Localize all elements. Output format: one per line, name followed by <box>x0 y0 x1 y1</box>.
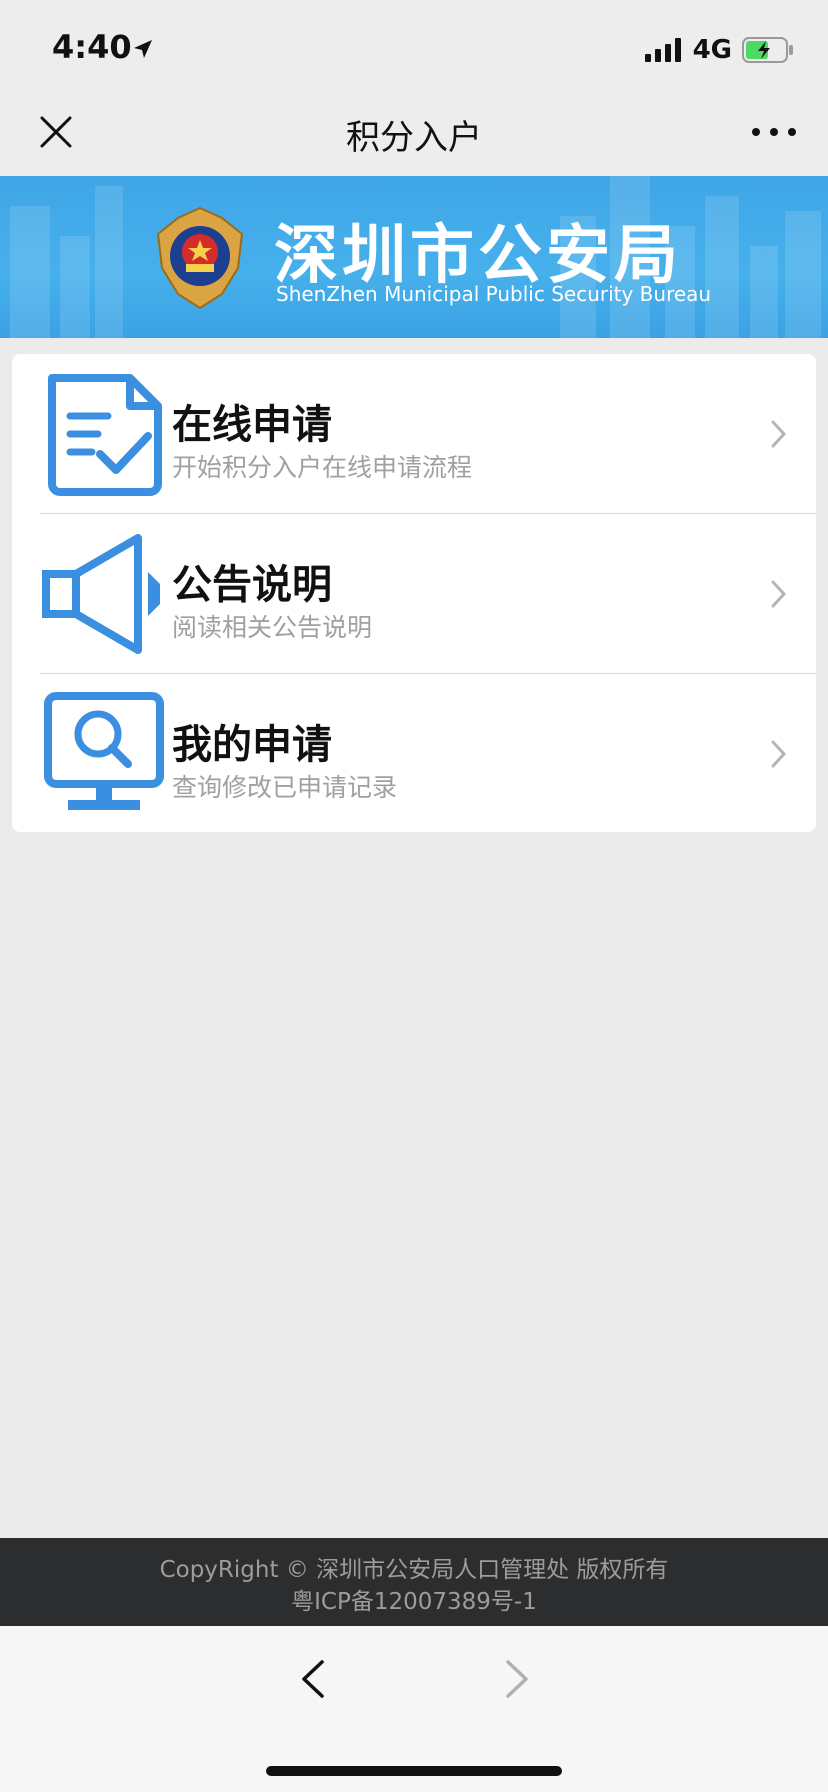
banner: 深圳市公安局 ShenZhen Municipal Public Securit… <box>0 176 828 338</box>
chevron-right-icon <box>771 420 787 448</box>
location-arrow-icon <box>134 40 152 58</box>
home-indicator <box>266 1766 562 1776</box>
banner-subtitle: ShenZhen Municipal Public Security Burea… <box>276 282 712 306</box>
page-title: 积分入户 <box>346 118 482 158</box>
status-time: 4:40 <box>52 28 132 66</box>
nav-bar: 积分入户 <box>0 88 828 176</box>
police-emblem-icon <box>156 206 244 310</box>
menu-card: 在线申请 开始积分入户在线申请流程 公告说明 阅读相关公告说明 我的申请 查询修… <box>12 354 816 832</box>
menu-item-title: 在线申请 <box>172 402 332 448</box>
signal-icon <box>644 38 681 62</box>
chevron-right-icon <box>771 580 787 608</box>
back-icon[interactable] <box>296 1656 330 1702</box>
menu-item-desc: 开始积分入户在线申请流程 <box>172 453 473 482</box>
menu-item-desc: 阅读相关公告说明 <box>172 613 373 642</box>
battery-charging-icon <box>742 37 793 63</box>
network-label: 4G <box>692 35 732 65</box>
menu-item-title: 我的申请 <box>172 722 332 768</box>
copyright-text: CopyRight © 深圳市公安局人口管理处 版权所有 <box>159 1557 669 1583</box>
monitor-search-icon <box>44 692 164 810</box>
menu-item-title: 公告说明 <box>172 562 332 608</box>
speaker-icon <box>42 534 160 654</box>
menu-item-my-applications[interactable]: 我的申请 查询修改已申请记录 <box>12 674 816 832</box>
status-bar: 4:40 4G <box>0 0 828 88</box>
menu-item-online-apply[interactable]: 在线申请 开始积分入户在线申请流程 <box>12 354 816 514</box>
document-check-icon <box>48 374 162 496</box>
menu-item-desc: 查询修改已申请记录 <box>172 773 398 802</box>
chevron-right-icon <box>771 740 787 768</box>
browser-toolbar <box>0 1626 828 1792</box>
menu-item-announcement[interactable]: 公告说明 阅读相关公告说明 <box>12 514 816 674</box>
icp-license-text: 粤ICP备12007389号-1 <box>291 1589 537 1615</box>
footer: CopyRight © 深圳市公安局人口管理处 版权所有 粤ICP备120073… <box>0 1538 828 1626</box>
more-icon[interactable] <box>750 118 798 146</box>
forward-icon[interactable] <box>500 1656 534 1702</box>
status-indicators: 4G <box>644 34 794 66</box>
